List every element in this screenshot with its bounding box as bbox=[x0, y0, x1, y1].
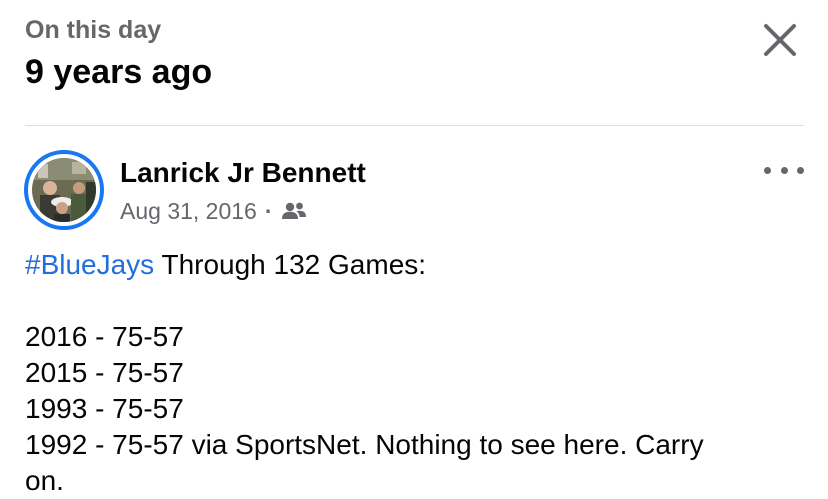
close-button[interactable] bbox=[760, 20, 800, 60]
post-line: 2015 - 75-57 bbox=[25, 357, 184, 388]
post-line: 1992 - 75-57 via SportsNet. Nothing to s… bbox=[25, 429, 704, 460]
post-date[interactable]: Aug 31, 2016 bbox=[120, 196, 257, 226]
more-options-icon-dot bbox=[797, 166, 804, 174]
post-meta: Aug 31, 2016 · bbox=[120, 196, 307, 226]
post-intro: #BlueJays Through 132 Games: bbox=[25, 247, 805, 283]
avatar bbox=[32, 158, 96, 222]
more-options-button[interactable] bbox=[764, 158, 804, 182]
hashtag-link[interactable]: #BlueJays bbox=[25, 249, 154, 280]
post-line: 2016 - 75-57 bbox=[25, 321, 184, 352]
audience-friends-icon[interactable] bbox=[281, 201, 307, 221]
avatar-button[interactable] bbox=[24, 150, 104, 230]
close-icon bbox=[764, 24, 796, 56]
post-line: on. bbox=[25, 465, 64, 496]
header-subtitle: On this day bbox=[25, 16, 162, 44]
post-author[interactable]: Lanrick Jr Bennett bbox=[120, 155, 366, 191]
memory-header: On this day 9 years ago bbox=[25, 12, 808, 96]
avatar-photo bbox=[32, 158, 96, 222]
header-title: 9 years ago bbox=[25, 53, 213, 91]
meta-separator: · bbox=[264, 198, 273, 224]
header-divider bbox=[25, 125, 804, 126]
post-intro-text: Through 132 Games: bbox=[154, 249, 427, 280]
friends-icon bbox=[281, 202, 306, 219]
post-text: #BlueJays Through 132 Games: 2016 - 75-5… bbox=[25, 247, 805, 499]
post-line: 1993 - 75-57 bbox=[25, 393, 184, 424]
more-options-icon-dot bbox=[780, 166, 788, 174]
more-options-icon bbox=[764, 166, 771, 174]
